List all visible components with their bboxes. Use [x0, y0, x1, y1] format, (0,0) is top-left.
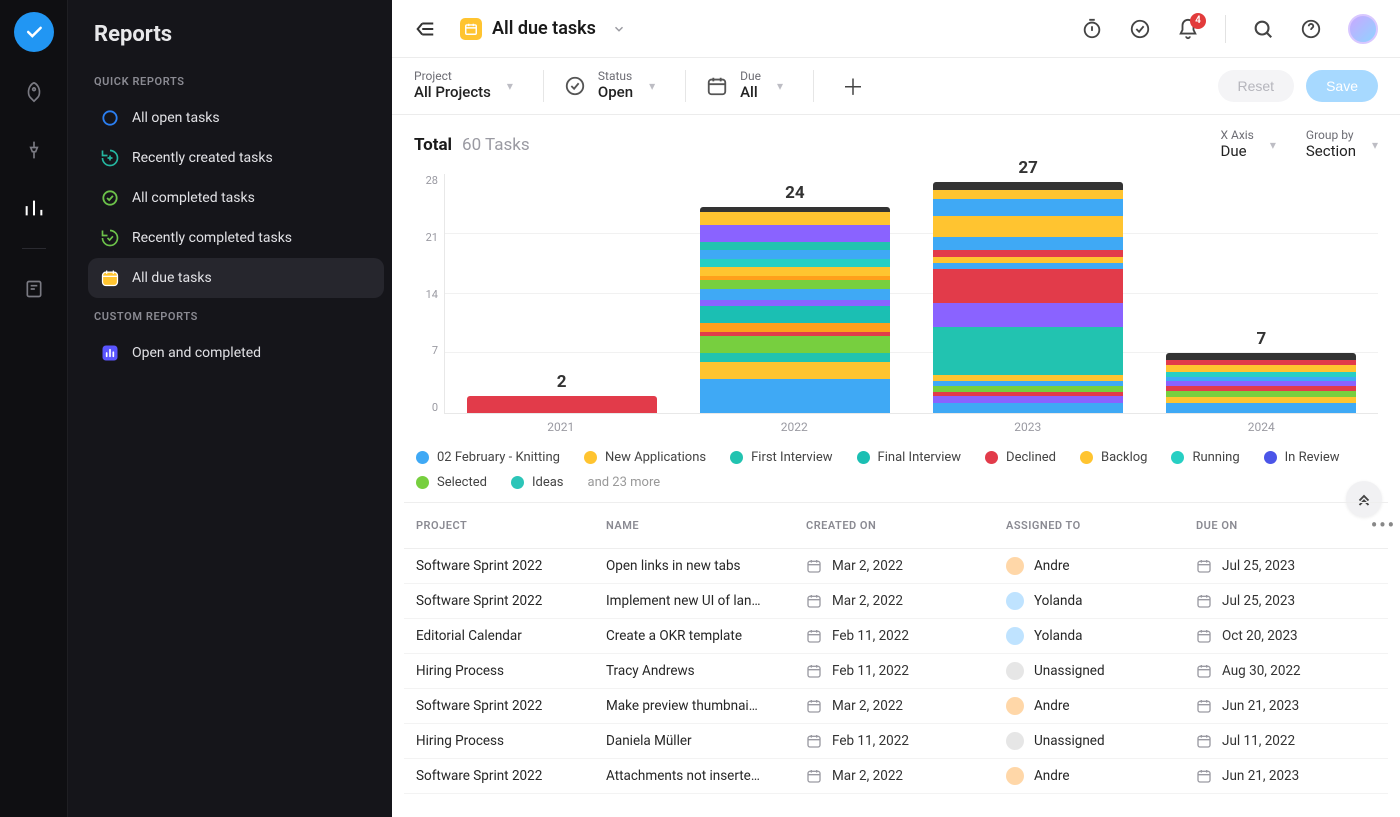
table-row[interactable]: Software Sprint 2022Implement new UI of …: [404, 584, 1388, 619]
legend-item[interactable]: Running: [1171, 450, 1239, 465]
bar-value-label: 2: [557, 372, 567, 392]
sidebar-item[interactable]: Recently completed tasks: [88, 218, 384, 258]
avatar-icon: [1006, 767, 1024, 785]
sidebar-item[interactable]: All open tasks: [88, 98, 384, 138]
total-count: 60 Tasks: [462, 135, 530, 155]
sidebar-item-label: Open and completed: [132, 345, 261, 361]
legend-dot-icon: [985, 451, 998, 464]
legend-item[interactable]: Declined: [985, 450, 1056, 465]
collapse-sidebar-icon[interactable]: [414, 18, 436, 40]
table-row[interactable]: Editorial CalendarCreate a OKR templateF…: [404, 619, 1388, 654]
legend-item[interactable]: Backlog: [1080, 450, 1147, 465]
legend-dot-icon: [1264, 451, 1277, 464]
status-icon: [564, 75, 586, 97]
chart-icon: [100, 343, 120, 363]
sidebar-item-label: All due tasks: [132, 270, 212, 286]
filter-status[interactable]: StatusOpen ▾: [543, 70, 675, 101]
user-avatar[interactable]: [1348, 14, 1378, 44]
calendar-icon: [706, 75, 728, 97]
calendar-icon: [100, 268, 120, 288]
x-label: 2021: [458, 420, 663, 434]
x-label: 2022: [692, 420, 897, 434]
bar[interactable]: [933, 182, 1123, 413]
reload-check-icon: [100, 228, 120, 248]
table-row[interactable]: Software Sprint 2022Open links in new ta…: [404, 549, 1388, 584]
bar[interactable]: [700, 207, 890, 413]
sidebar-item[interactable]: All due tasks: [88, 258, 384, 298]
check-circle-icon: [100, 188, 120, 208]
section-label: QUICK REPORTS: [94, 75, 384, 88]
legend-item[interactable]: Ideas: [511, 475, 564, 490]
legend-dot-icon: [511, 476, 524, 489]
section-label: CUSTOM REPORTS: [94, 310, 384, 323]
sidebar-item[interactable]: Open and completed: [88, 333, 384, 373]
filter-due[interactable]: DueAll ▾: [685, 70, 803, 101]
x-label: 2023: [925, 420, 1130, 434]
avatar-icon: [1006, 732, 1024, 750]
help-icon[interactable]: [1300, 18, 1322, 40]
legend-dot-icon: [416, 476, 429, 489]
avatar-icon: [1006, 662, 1024, 680]
table-row[interactable]: Software Sprint 2022Make preview thumbna…: [404, 689, 1388, 724]
sidebar-item-label: Recently created tasks: [132, 150, 273, 166]
sidebar-item-label: All completed tasks: [132, 190, 255, 206]
notifications-icon[interactable]: 4: [1177, 18, 1199, 40]
sidebar-item[interactable]: All completed tasks: [88, 178, 384, 218]
add-filter-button[interactable]: ＋: [834, 70, 872, 102]
legend-item[interactable]: In Review: [1264, 450, 1340, 465]
avatar-icon: [1006, 627, 1024, 645]
circle-icon: [100, 108, 120, 128]
legend-item[interactable]: Selected: [416, 475, 487, 490]
chevron-down-icon[interactable]: [612, 22, 626, 36]
legend-dot-icon: [416, 451, 429, 464]
table-row[interactable]: Software Sprint 2022Attachments not inse…: [404, 759, 1388, 794]
rocket-icon[interactable]: [16, 74, 52, 110]
calendar-icon: [460, 18, 482, 40]
save-button[interactable]: Save: [1306, 70, 1378, 102]
reports-nav-icon[interactable]: [16, 190, 52, 226]
legend-item[interactable]: Final Interview: [857, 450, 961, 465]
timer-icon[interactable]: [1081, 18, 1103, 40]
legend-dot-icon: [584, 451, 597, 464]
legend-dot-icon: [1080, 451, 1093, 464]
legend-dot-icon: [730, 451, 743, 464]
table-header: PROJECT NAME CREATED ON ASSIGNED TO DUE …: [404, 502, 1388, 549]
sidebar-item-label: Recently completed tasks: [132, 230, 292, 246]
reset-button[interactable]: Reset: [1218, 70, 1295, 102]
bar-value-label: 24: [785, 183, 805, 203]
avatar-icon: [1006, 697, 1024, 715]
groupby-select[interactable]: Group by Section ▾: [1306, 129, 1378, 160]
legend-dot-icon: [857, 451, 870, 464]
sidebar-item-label: All open tasks: [132, 110, 220, 126]
table-more-icon[interactable]: •••: [1366, 515, 1396, 536]
legend-dot-icon: [1171, 451, 1184, 464]
avatar-icon: [1006, 557, 1024, 575]
table-row[interactable]: Hiring ProcessTracy AndrewsFeb 11, 2022U…: [404, 654, 1388, 689]
total-label: Total: [414, 135, 452, 155]
notification-badge: 4: [1190, 13, 1206, 29]
legend-more[interactable]: and 23 more: [588, 475, 661, 490]
search-icon[interactable]: [1252, 18, 1274, 40]
x-label: 2024: [1159, 420, 1364, 434]
note-icon[interactable]: [16, 271, 52, 307]
reload-plus-icon: [100, 148, 120, 168]
avatar-icon: [1006, 592, 1024, 610]
legend-item[interactable]: New Applications: [584, 450, 706, 465]
check-circle-icon[interactable]: [1129, 18, 1151, 40]
app-logo[interactable]: [14, 12, 54, 52]
pin-icon[interactable]: [16, 132, 52, 168]
bar-value-label: 27: [1018, 158, 1038, 178]
legend-item[interactable]: 02 February - Knitting: [416, 450, 560, 465]
bar[interactable]: [467, 396, 657, 413]
legend-item[interactable]: First Interview: [730, 450, 832, 465]
bar-value-label: 7: [1256, 329, 1266, 349]
xaxis-select[interactable]: X Axis Due ▾: [1220, 129, 1275, 160]
table-row[interactable]: Hiring ProcessDaniela MüllerFeb 11, 2022…: [404, 724, 1388, 759]
bar[interactable]: [1166, 353, 1356, 413]
filter-project[interactable]: ProjectAll Projects ▾: [414, 70, 533, 101]
page-title: All due tasks: [492, 18, 596, 39]
sidebar-title: Reports: [88, 22, 384, 47]
sidebar-item[interactable]: Recently created tasks: [88, 138, 384, 178]
